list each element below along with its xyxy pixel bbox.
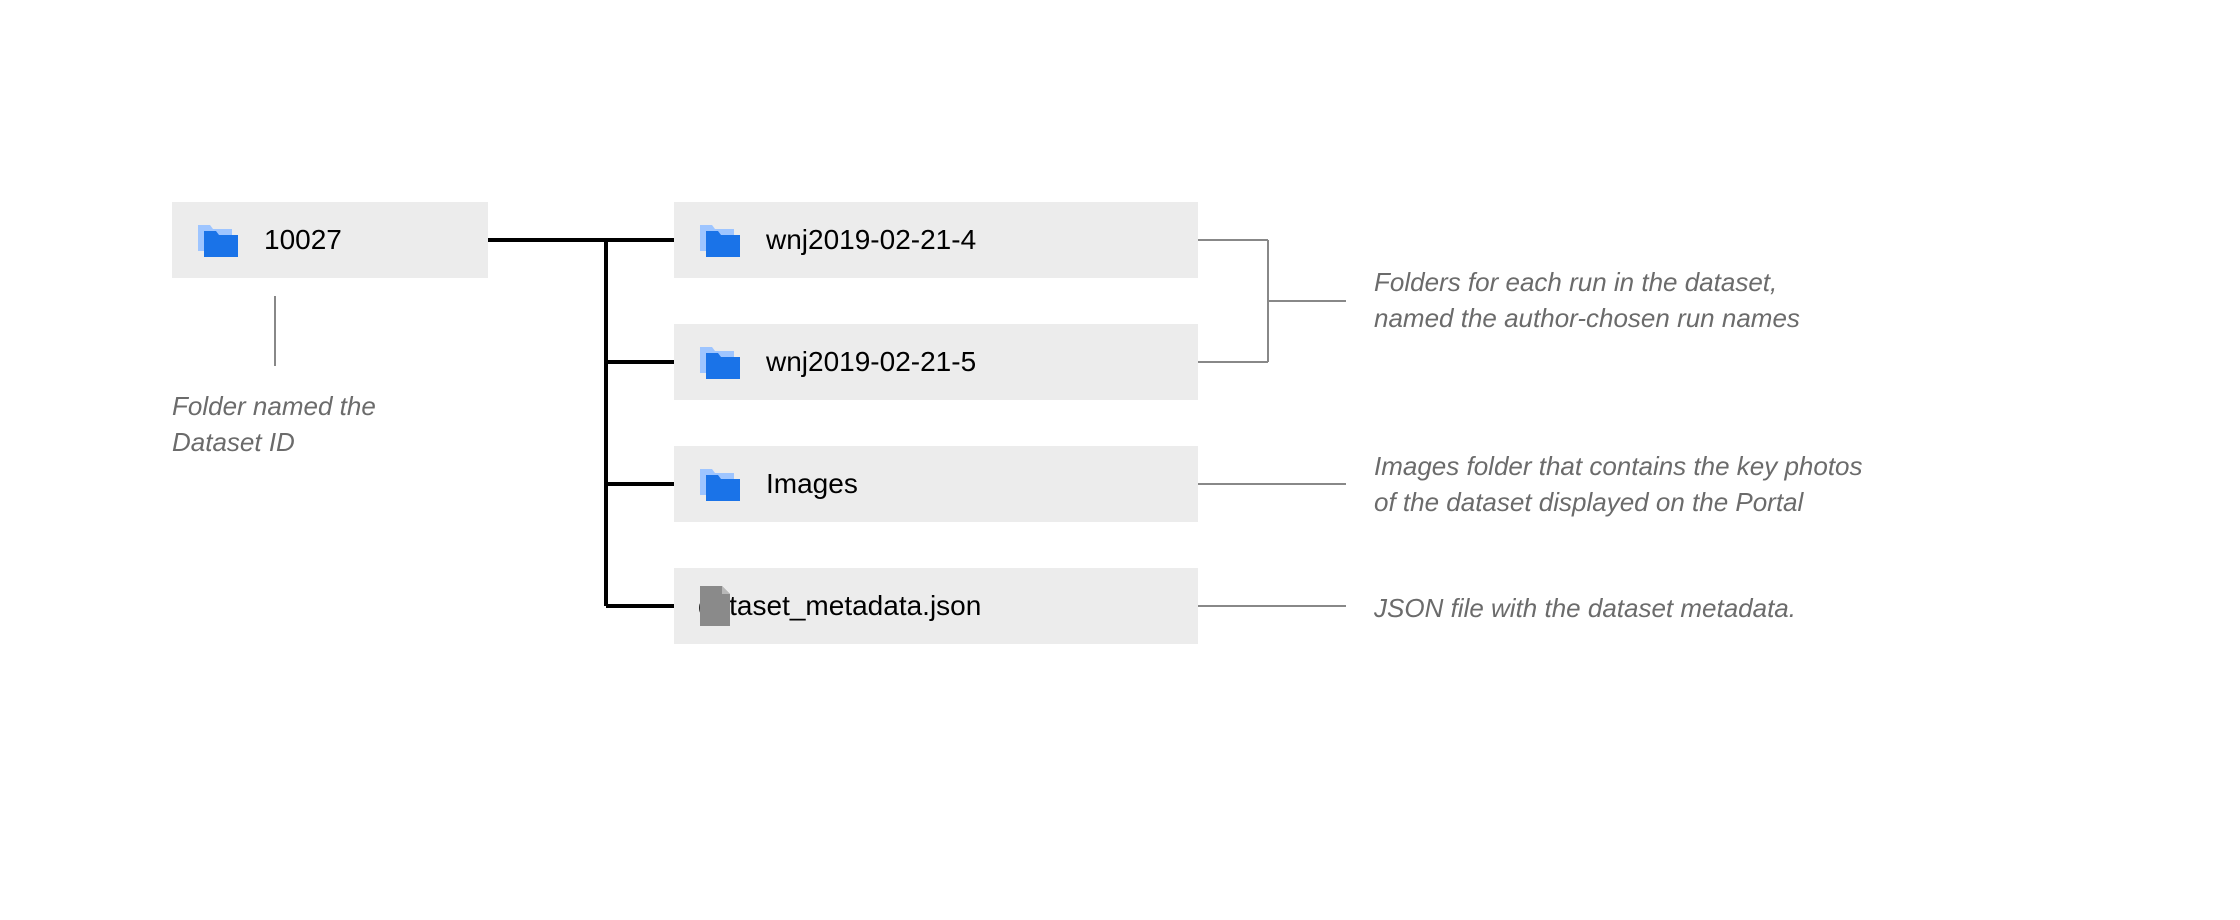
- images-connector: [1198, 483, 1346, 485]
- images-annotation: Images folder that contains the key phot…: [1374, 448, 2094, 521]
- images-folder-box: Images: [674, 446, 1198, 522]
- folder-icon: [196, 221, 240, 259]
- run-folder-2-box: wnj2019-02-21-5: [674, 324, 1198, 400]
- metadata-annotation: JSON file with the dataset metadata.: [1374, 590, 1994, 626]
- folder-icon: [698, 343, 742, 381]
- metadata-file-label: dataset_metadata.json: [698, 590, 981, 622]
- images-folder-label: Images: [766, 468, 858, 500]
- run-folder-1-box: wnj2019-02-21-4: [674, 202, 1198, 278]
- folder-icon: [698, 465, 742, 503]
- root-annotation: Folder named the Dataset ID: [172, 388, 488, 461]
- tree-connector: [488, 238, 688, 718]
- annotation-connector: [274, 296, 276, 366]
- file-icon: [698, 584, 732, 628]
- runs-annotation: Folders for each run in the dataset, nam…: [1374, 264, 1994, 337]
- runs-bracket-connector: [1198, 238, 1358, 366]
- metadata-file-box: dataset_metadata.json: [674, 568, 1198, 644]
- run-folder-1-label: wnj2019-02-21-4: [766, 224, 976, 256]
- root-folder-label: 10027: [264, 224, 342, 256]
- root-folder-box: 10027: [172, 202, 488, 278]
- run-folder-2-label: wnj2019-02-21-5: [766, 346, 976, 378]
- diagram-container: 10027 Folder named the Dataset ID wnj201…: [0, 0, 2240, 920]
- metadata-connector: [1198, 605, 1346, 607]
- folder-icon: [698, 221, 742, 259]
